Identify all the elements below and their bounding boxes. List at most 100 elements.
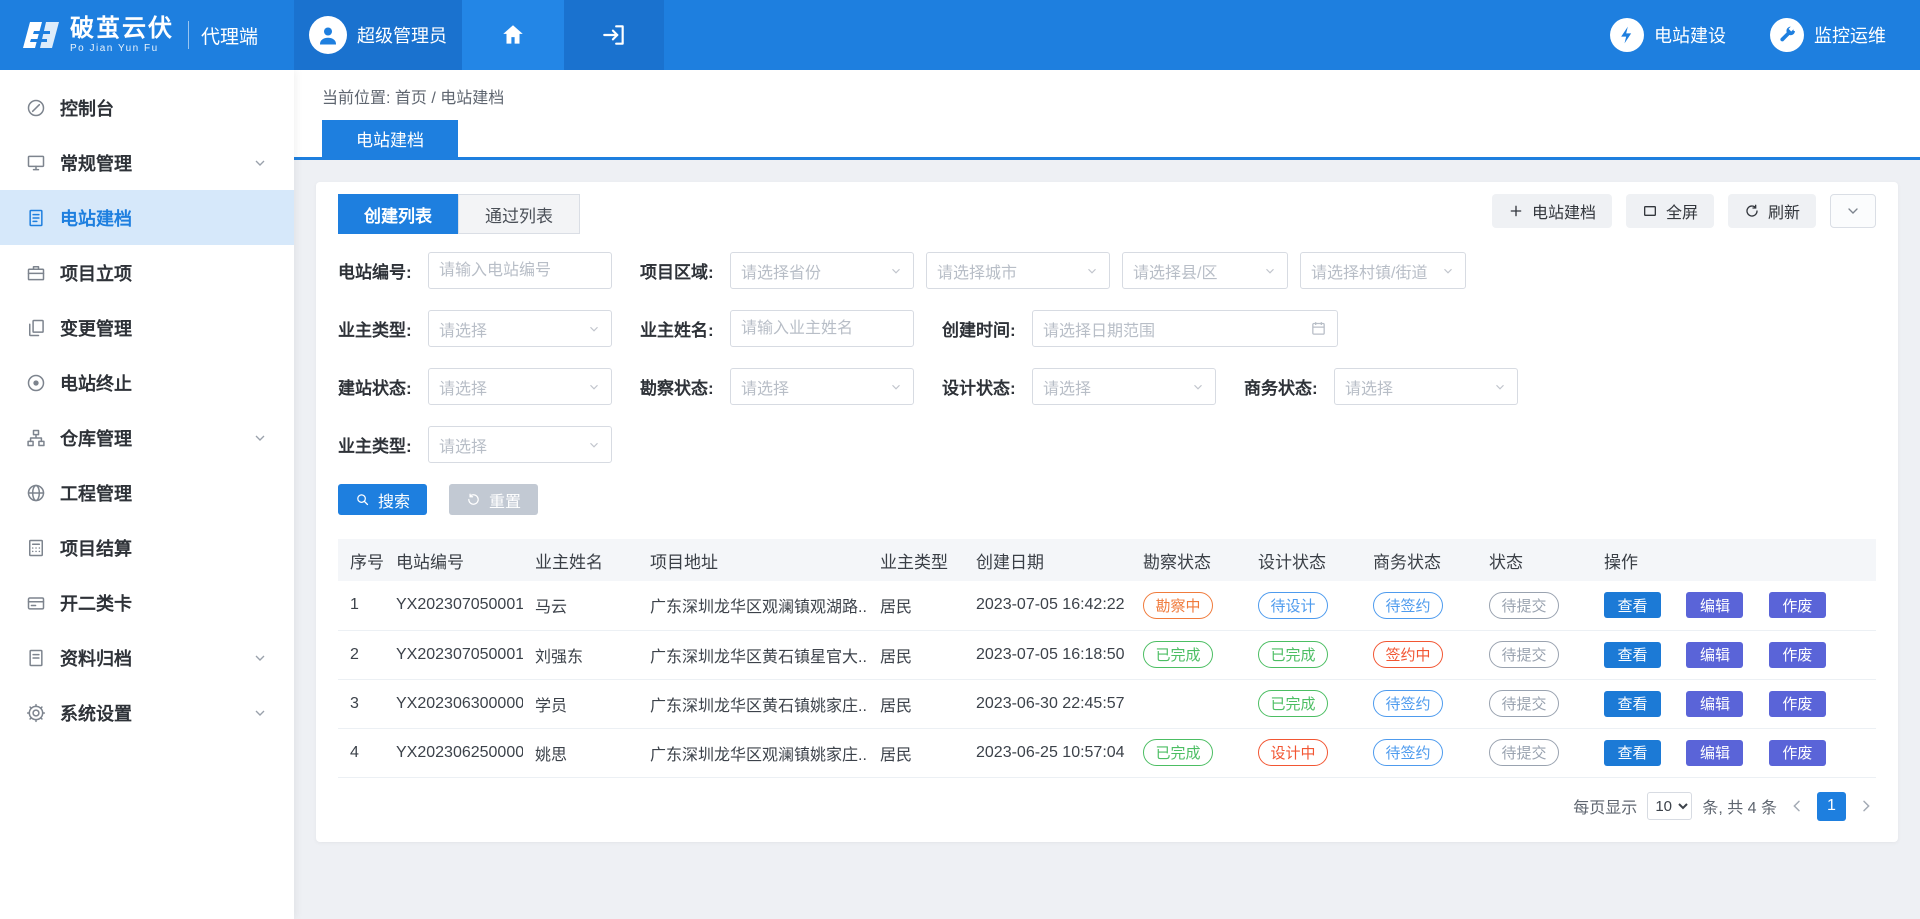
sidebar-item-warehouse-mgmt[interactable]: 仓库管理 — [0, 410, 294, 465]
prev-page-button[interactable] — [1787, 796, 1807, 816]
void-button[interactable]: 作废 — [1769, 642, 1826, 668]
edit-button[interactable]: 编辑 — [1686, 691, 1743, 717]
province-select[interactable]: 请选择省份 — [730, 252, 914, 289]
edit-button[interactable]: 编辑 — [1686, 592, 1743, 618]
void-button[interactable]: 作废 — [1769, 691, 1826, 717]
void-button[interactable]: 作废 — [1769, 740, 1826, 766]
page-tab-station-filing[interactable]: 电站建档 — [322, 120, 458, 157]
nav-station-build[interactable]: 电站建设 — [1610, 18, 1726, 52]
refresh-button[interactable]: 刷新 — [1728, 194, 1816, 228]
sidebar-item-type2-card[interactable]: 开二类卡 — [0, 575, 294, 630]
col-business-status: 商务状态 — [1361, 539, 1477, 581]
view-button[interactable]: 查看 — [1604, 642, 1661, 668]
nav-station-build-label: 电站建设 — [1654, 22, 1726, 48]
sidebar-item-change-mgmt[interactable]: 变更管理 — [0, 300, 294, 355]
create-time-range-picker[interactable]: 请选择日期范围 — [1032, 310, 1338, 347]
archive-icon — [26, 648, 46, 668]
sidebar-item-archive[interactable]: 资料归档 — [0, 630, 294, 685]
tab-create-list[interactable]: 创建列表 — [338, 194, 458, 234]
owner-name-input[interactable] — [730, 310, 914, 347]
cell-status: 待提交 — [1477, 728, 1592, 777]
breadcrumb-home[interactable]: 首页 — [395, 90, 427, 107]
logout-button[interactable] — [564, 0, 664, 70]
owner-type-select[interactable]: 请选择 — [428, 310, 612, 347]
sidebar-item-engineering-mgmt[interactable]: 工程管理 — [0, 465, 294, 520]
filter-row-1: 电站编号: 项目区域: 请选择省份 请选择城市 请选择县/区 — [338, 252, 1876, 289]
chevron-down-icon — [587, 380, 601, 394]
col-owner-type: 业主类型 — [868, 539, 964, 581]
tab-passed-list[interactable]: 通过列表 — [458, 194, 580, 234]
sidebar-item-project-approval[interactable]: 项目立项 — [0, 245, 294, 300]
edit-button[interactable]: 编辑 — [1686, 740, 1743, 766]
add-station-button[interactable]: 电站建档 — [1492, 194, 1612, 228]
chevron-right-icon — [1858, 798, 1874, 814]
sidebar-item-label: 项目立项 — [60, 260, 132, 286]
monitor-icon — [26, 153, 46, 173]
build-status-select[interactable]: 请选择 — [428, 368, 612, 405]
breadcrumb-separator: / — [431, 90, 435, 107]
cell-station-code: YX2023063000009 — [384, 679, 523, 728]
survey-status-select[interactable]: 请选择 — [730, 368, 914, 405]
cell-survey-status: 已完成 — [1131, 630, 1246, 679]
design-status-badge: 已完成 — [1258, 641, 1328, 668]
view-button[interactable]: 查看 — [1604, 592, 1661, 618]
void-button[interactable]: 作废 — [1769, 592, 1826, 618]
cell-create-date: 2023-06-30 22:45:57 — [964, 679, 1131, 728]
cell-design-status: 待设计 — [1246, 581, 1361, 630]
stop-icon — [26, 373, 46, 393]
view-button[interactable]: 查看 — [1604, 740, 1661, 766]
reset-button[interactable]: 重置 — [449, 484, 538, 515]
town-select[interactable]: 请选择村镇/街道 — [1300, 252, 1466, 289]
edit-button[interactable]: 编辑 — [1686, 642, 1743, 668]
sidebar-item-console[interactable]: 控制台 — [0, 80, 294, 135]
search-button[interactable]: 搜索 — [338, 484, 427, 515]
business-status-badge: 签约中 — [1373, 641, 1443, 668]
survey-status-badge: 已完成 — [1143, 739, 1213, 766]
business-status-select[interactable]: 请选择 — [1334, 368, 1518, 405]
user-menu[interactable]: 超级管理员 — [294, 0, 462, 70]
cell-survey-status: 勘察中 — [1131, 581, 1246, 630]
home-button[interactable] — [462, 0, 564, 70]
cell-survey-status: 已完成 — [1131, 728, 1246, 777]
cell-owner-type: 居民 — [868, 581, 964, 630]
col-station-code: 电站编号 — [384, 539, 523, 581]
sidebar: 控制台 常规管理 电站建档 项目立项 变更管理 电站终止 — [0, 70, 294, 919]
per-page-select[interactable]: 10 — [1647, 792, 1692, 820]
status-badge: 待提交 — [1489, 592, 1559, 619]
cell-actions: 查看 编辑 作废 — [1592, 728, 1876, 777]
cell-business-status: 签约中 — [1361, 630, 1477, 679]
sidebar-item-general-mgmt[interactable]: 常规管理 — [0, 135, 294, 190]
brand: 破茧云伏 Po Jian Yun Fu 代理端 — [0, 0, 294, 70]
next-page-button[interactable] — [1856, 796, 1876, 816]
breadcrumb: 当前位置: 首页 / 电站建档 — [294, 70, 1920, 120]
owner-type-2-select[interactable]: 请选择 — [428, 426, 612, 463]
fullscreen-button[interactable]: 全屏 — [1626, 194, 1714, 228]
sidebar-item-system-settings[interactable]: 系统设置 — [0, 685, 294, 740]
col-actions: 操作 — [1592, 539, 1876, 581]
design-status-select[interactable]: 请选择 — [1032, 368, 1216, 405]
wrench-icon — [1770, 18, 1804, 52]
sidebar-item-station-terminate[interactable]: 电站终止 — [0, 355, 294, 410]
document-icon — [26, 208, 46, 228]
city-select[interactable]: 请选择城市 — [926, 252, 1110, 289]
page-number[interactable]: 1 — [1817, 792, 1846, 821]
survey-status-label: 勘察状态: — [640, 374, 730, 399]
county-select[interactable]: 请选择县/区 — [1122, 252, 1288, 289]
view-button[interactable]: 查看 — [1604, 691, 1661, 717]
nav-monitor-ops[interactable]: 监控运维 — [1770, 18, 1886, 52]
survey-status-badge: 勘察中 — [1143, 592, 1213, 619]
collapse-toolbar-button[interactable] — [1830, 194, 1876, 228]
sidebar-item-station-filing[interactable]: 电站建档 — [0, 190, 294, 245]
chevron-down-icon — [252, 430, 268, 446]
chevron-down-icon — [1191, 380, 1205, 394]
sidebar-item-project-settlement[interactable]: 项目结算 — [0, 520, 294, 575]
station-code-label: 电站编号: — [338, 258, 428, 283]
cell-station-code: YX2023070500010 — [384, 630, 523, 679]
cell-status: 待提交 — [1477, 679, 1592, 728]
sitemap-icon — [26, 428, 46, 448]
station-code-input[interactable] — [428, 252, 612, 289]
survey-status-badge: 已完成 — [1143, 641, 1213, 668]
per-page-label: 每页显示 — [1573, 794, 1637, 818]
total-label: 条, 共 4 条 — [1702, 794, 1777, 818]
region-label: 项目区域: — [640, 258, 730, 283]
